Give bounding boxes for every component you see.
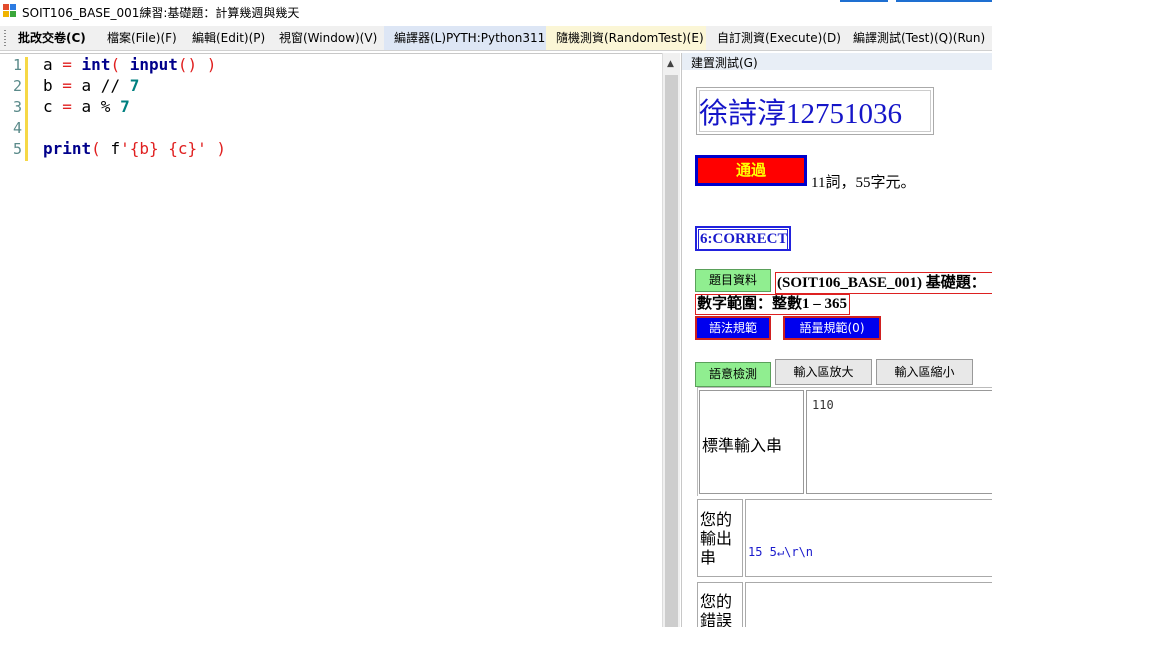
code-token: input [129, 55, 178, 74]
error-label: 您的錯誤 [700, 592, 733, 627]
test-panel: 建置測試(G) 徐詩淳12751036 通過 11詞，55字元。 6:CORRE… [681, 53, 992, 627]
code-token: ( [91, 139, 111, 158]
code-line[interactable]: c = a % 7 [43, 97, 130, 116]
stdin-label-cell: 標準輸入串 [699, 390, 804, 494]
shrink-input-button[interactable]: 輸入區縮小 [876, 359, 973, 385]
output-label: 您的輸出串 [700, 510, 733, 567]
menu-execute[interactable]: 自訂測資(Execute)(D) [711, 26, 847, 50]
line-number: 2 [12, 77, 22, 95]
menu-compiler[interactable]: 編譯器(L)PYTH:Python311 [384, 26, 546, 50]
editor-scrollbar[interactable]: ▲ [662, 53, 680, 627]
semantic-check-button[interactable]: 語意檢測 [695, 362, 771, 387]
window-title: SOIT106_BASE_001練習:基礎題：計算幾週與幾天 [22, 6, 300, 20]
code-token: ( [110, 55, 130, 74]
app-icon [3, 4, 16, 17]
code-token: a // [71, 76, 130, 95]
syntax-rules-button[interactable]: 語法規範 [695, 316, 771, 340]
code-token: a % [71, 97, 121, 116]
number-range: 數字範圍：整數1 – 365 [695, 294, 851, 315]
code-line[interactable]: print( f'{b} {c}' ) [43, 139, 226, 158]
code-token: b [43, 76, 63, 95]
code-token: c [43, 97, 63, 116]
stdin-input[interactable]: 110 [806, 390, 992, 494]
io-table: 標準輸入串 110 [697, 387, 992, 496]
app-window: SOIT106_BASE_001練習:基礎題：計算幾週與幾天 批改交卷(C) 檔… [0, 0, 992, 627]
student-name-box: 徐詩淳12751036 [696, 87, 934, 135]
scroll-up-icon[interactable]: ▲ [667, 59, 674, 69]
stdin-value: 110 [812, 398, 834, 412]
line-number: 1 [12, 56, 22, 74]
titlebar-accent [840, 0, 888, 2]
code-line[interactable]: b = a // 7 [43, 76, 139, 95]
code-token: f [110, 139, 121, 158]
error-box[interactable] [745, 582, 992, 627]
line-number: 3 [12, 98, 22, 116]
code-token: = [62, 55, 72, 74]
stdin-label: 標準輸入串 [702, 436, 783, 455]
code-token: print [43, 139, 92, 158]
error-label-cell: 您的錯誤 [697, 582, 743, 627]
menu-file[interactable]: 檔案(File)(F) [101, 26, 183, 50]
menu-submit[interactable]: 批改交卷(C) [12, 26, 92, 50]
change-marker [25, 57, 28, 161]
menu-window[interactable]: 視窗(Window)(V) [273, 26, 383, 50]
code-token: () ) [177, 55, 217, 74]
code-token: int [81, 55, 111, 74]
token-stats: 11詞，55字元。 [811, 175, 916, 191]
output-box[interactable]: 15 5↵\r\n [745, 499, 992, 577]
code-token: ) [206, 139, 227, 158]
result-label: 6:CORRECT [698, 229, 788, 250]
topic-title: (SOIT106_BASE_001) 基礎題： [775, 272, 992, 294]
code-token: '{b} {c}' [120, 139, 207, 158]
pass-status-label: 通過 [698, 158, 804, 183]
code-token: 7 [129, 76, 140, 95]
code-token: = [62, 76, 72, 95]
line-number: 5 [12, 140, 22, 158]
menu-random-test[interactable]: 隨機測資(RandomTest)(E) [546, 26, 706, 50]
student-name: 徐詩淳12751036 [699, 98, 903, 130]
result-badge: 6:CORRECT [695, 226, 791, 251]
output-label-cell: 您的輸出串 [697, 499, 743, 577]
enlarge-input-button[interactable]: 輸入區放大 [775, 359, 872, 385]
code-token: a [43, 55, 63, 74]
code-token: = [62, 97, 72, 116]
pass-status-button[interactable]: 通過 [695, 155, 807, 186]
titlebar-accent [896, 0, 992, 2]
line-number: 4 [12, 119, 22, 137]
output-value: 15 5↵\r\n [748, 545, 814, 559]
scrollbar-thumb[interactable] [665, 75, 678, 627]
quota-rules-button[interactable]: 語量規範(0) [783, 316, 881, 340]
title-bar: SOIT106_BASE_001練習:基礎題：計算幾週與幾天 [0, 0, 992, 24]
code-editor[interactable]: 1 2 3 4 5 a = int( input() ) b = a // 7 … [0, 53, 662, 627]
panel-tab-header[interactable]: 建置測試(G) [682, 53, 992, 70]
line-number-gutter: 1 2 3 4 5 [0, 54, 28, 627]
menu-test-run[interactable]: 編譯測試(Test)(Q)(Run) [847, 26, 991, 50]
panel-tab-label: 建置測試(G) [691, 56, 758, 70]
code-token: 7 [120, 97, 130, 116]
code-line[interactable]: a = int( input() ) [43, 55, 216, 74]
menu-edit[interactable]: 編輯(Edit)(P) [186, 26, 271, 50]
toolbar-grip-icon [4, 30, 6, 46]
menu-bar: 批改交卷(C) 檔案(File)(F) 編輯(Edit)(P) 視窗(Windo… [0, 26, 992, 51]
topic-info-button[interactable]: 題目資料 [695, 269, 771, 292]
